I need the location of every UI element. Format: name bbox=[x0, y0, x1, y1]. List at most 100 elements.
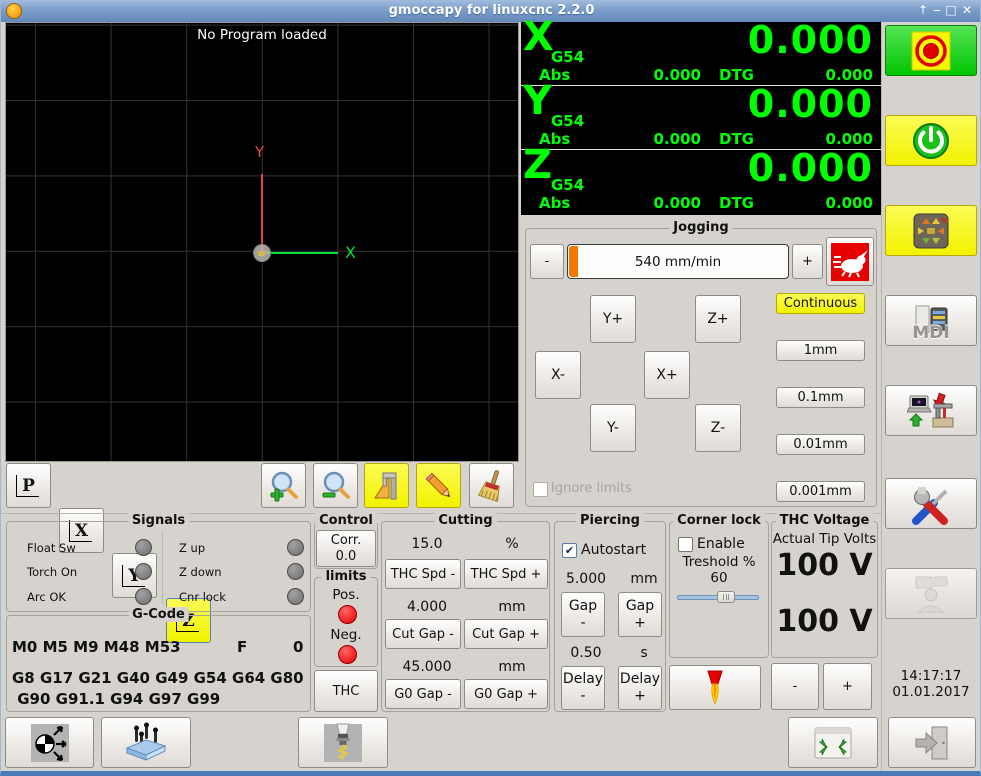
pierce-gap-minus-button[interactable]: Gap - bbox=[561, 592, 605, 637]
increment-1mm-button[interactable]: 1mm bbox=[776, 340, 865, 361]
autostart-checkbox[interactable]: ✔ bbox=[562, 543, 577, 558]
limits-title: limits bbox=[321, 569, 371, 584]
threshold-value: 60 bbox=[710, 570, 728, 586]
jog-speed-value: 540 mm/min bbox=[634, 254, 722, 270]
probe-plate-button[interactable] bbox=[101, 717, 191, 768]
user-settings-button[interactable] bbox=[885, 568, 977, 619]
cut-gap-minus-button[interactable]: Cut Gap - bbox=[385, 619, 461, 649]
jog-speed-slider[interactable]: 540 mm/min bbox=[567, 244, 789, 279]
dro-row-y[interactable]: Y G54 0.000 Abs 0.000 DTG 0.000 bbox=[521, 78, 881, 149]
zoom-out-button[interactable] bbox=[313, 463, 358, 508]
window-maximize-button[interactable]: □ bbox=[944, 3, 958, 18]
corner-lock-title: Corner lock bbox=[673, 513, 765, 528]
gremlin-preview[interactable]: No Program loaded Y X bbox=[5, 22, 519, 462]
increment-0-01mm-button[interactable]: 0.01mm bbox=[776, 434, 865, 455]
button-label: - bbox=[580, 614, 586, 631]
button-label: Cut Gap - bbox=[392, 626, 454, 642]
thc-speed-minus-button[interactable]: THC Spd - bbox=[385, 559, 461, 589]
button-label: Delay bbox=[562, 671, 604, 687]
jog-x-minus-button[interactable]: X- bbox=[535, 351, 581, 399]
increment-0-1mm-button[interactable]: 0.1mm bbox=[776, 387, 865, 408]
machine-on-button[interactable] bbox=[885, 115, 977, 166]
touch-off-icon bbox=[30, 723, 69, 762]
jog-z-minus-button[interactable]: Z- bbox=[695, 404, 741, 452]
window-close-button[interactable]: ✕ bbox=[960, 3, 974, 18]
signal-led-float-sw bbox=[135, 539, 152, 556]
origin-cone bbox=[258, 251, 265, 256]
jog-label: Z+ bbox=[707, 311, 729, 327]
limit-neg-led bbox=[338, 645, 357, 664]
view-p-button[interactable]: P bbox=[6, 463, 51, 508]
clock: 14:17:17 01.01.2017 bbox=[885, 668, 977, 700]
g0-gap-plus-button[interactable]: G0 Gap + bbox=[464, 679, 548, 709]
run-mode-button[interactable] bbox=[885, 385, 977, 436]
fullscreen-button[interactable] bbox=[788, 717, 878, 768]
dro-coord-system: G54 bbox=[551, 112, 585, 130]
pierce-gap-unit: mm bbox=[630, 571, 658, 587]
window-minimize-button[interactable]: ‒ bbox=[930, 3, 944, 18]
jog-x-plus-button[interactable]: X+ bbox=[644, 351, 690, 399]
jog-speed-plus-button[interactable]: + bbox=[792, 244, 823, 279]
exit-button[interactable] bbox=[888, 717, 976, 768]
dro-row-x[interactable]: X G54 0.000 Abs 0.000 DTG 0.000 bbox=[521, 14, 881, 85]
cut-gap-plus-button[interactable]: Cut Gap + bbox=[464, 619, 548, 649]
machine-transfer-icon bbox=[907, 392, 954, 427]
jog-z-plus-button[interactable]: Z+ bbox=[695, 295, 741, 343]
jog-y-minus-button[interactable]: Y- bbox=[590, 404, 636, 452]
pierce-gap-plus-button[interactable]: Gap + bbox=[618, 592, 662, 637]
window-shade-button[interactable]: ↑ bbox=[916, 3, 930, 18]
increment-continuous-button[interactable]: Continuous bbox=[776, 293, 865, 314]
jog-label: X+ bbox=[656, 367, 678, 383]
thc-speed-plus-button[interactable]: THC Spd + bbox=[464, 559, 548, 589]
dro-row-z[interactable]: Z G54 0.000 Abs 0.000 DTG 0.000 bbox=[521, 142, 881, 213]
height-correction-button[interactable]: Corr. 0.0 bbox=[316, 530, 376, 567]
signal-led-z-up bbox=[287, 539, 304, 556]
torch-test-button[interactable] bbox=[669, 665, 761, 710]
button-label: G0 Gap + bbox=[474, 686, 538, 702]
thc-button[interactable]: THC bbox=[314, 670, 378, 712]
settings-button[interactable] bbox=[885, 478, 977, 529]
jog-speed-minus-button[interactable]: - bbox=[530, 244, 564, 279]
touch-off-button[interactable] bbox=[5, 717, 94, 768]
dro-value: 0.000 bbox=[747, 18, 873, 62]
estop-button[interactable] bbox=[885, 25, 977, 76]
limit-neg-label: Neg. bbox=[330, 627, 362, 643]
dimensions-button[interactable] bbox=[364, 463, 409, 508]
turbo-jog-button[interactable] bbox=[826, 237, 874, 286]
threshold-slider-handle[interactable] bbox=[717, 591, 735, 603]
threshold-slider[interactable] bbox=[677, 590, 759, 604]
origin-marker bbox=[253, 244, 271, 262]
pierce-gap-value: 5.000 bbox=[565, 571, 607, 587]
tip-volts-value: 100 V bbox=[776, 548, 873, 583]
tool-change-button[interactable] bbox=[298, 717, 388, 768]
feed-value: 0 bbox=[293, 638, 304, 656]
increment-0-001mm-button[interactable]: 0.001mm bbox=[776, 481, 865, 502]
control-title: Control bbox=[315, 513, 377, 528]
dro-value: 0.000 bbox=[747, 82, 873, 126]
plus-label: + bbox=[802, 254, 813, 269]
volts-minus-button[interactable]: - bbox=[771, 663, 819, 710]
jog-y-plus-button[interactable]: Y+ bbox=[590, 295, 636, 343]
corner-lock-enable-checkbox[interactable] bbox=[678, 537, 693, 552]
signal-label-arc-ok: Arc OK bbox=[27, 590, 66, 604]
zoom-in-icon bbox=[270, 471, 298, 501]
jog-label: Y- bbox=[607, 420, 619, 436]
clear-preview-button[interactable] bbox=[469, 463, 514, 508]
dro-dtg-label: DTG bbox=[719, 194, 754, 212]
ignore-limits-checkbox[interactable] bbox=[533, 482, 548, 497]
corr-value: 0.0 bbox=[335, 548, 357, 564]
edit-gcode-button[interactable] bbox=[416, 463, 461, 508]
volts-plus-button[interactable]: + bbox=[823, 663, 872, 710]
pierce-delay-minus-button[interactable]: Delay - bbox=[561, 666, 605, 710]
zoom-in-button[interactable] bbox=[261, 463, 306, 508]
dro-abs-value: 0.000 bbox=[653, 130, 701, 148]
jog-mode-button[interactable] bbox=[885, 205, 977, 256]
tool-spindle-icon bbox=[324, 723, 362, 762]
g0-gap-minus-button[interactable]: G0 Gap - bbox=[385, 679, 461, 709]
view-axis-bracket bbox=[16, 475, 39, 497]
gmoccapy-window: gmoccapy for linuxcnc 2.2.0 ↑ ‒ □ ✕ No P… bbox=[0, 0, 981, 776]
pierce-delay-plus-button[interactable]: Delay + bbox=[618, 666, 662, 710]
mdi-mode-button[interactable]: MDI bbox=[885, 295, 977, 346]
jog-label: X- bbox=[551, 367, 565, 383]
dro-axis-letter: Z bbox=[523, 142, 553, 188]
